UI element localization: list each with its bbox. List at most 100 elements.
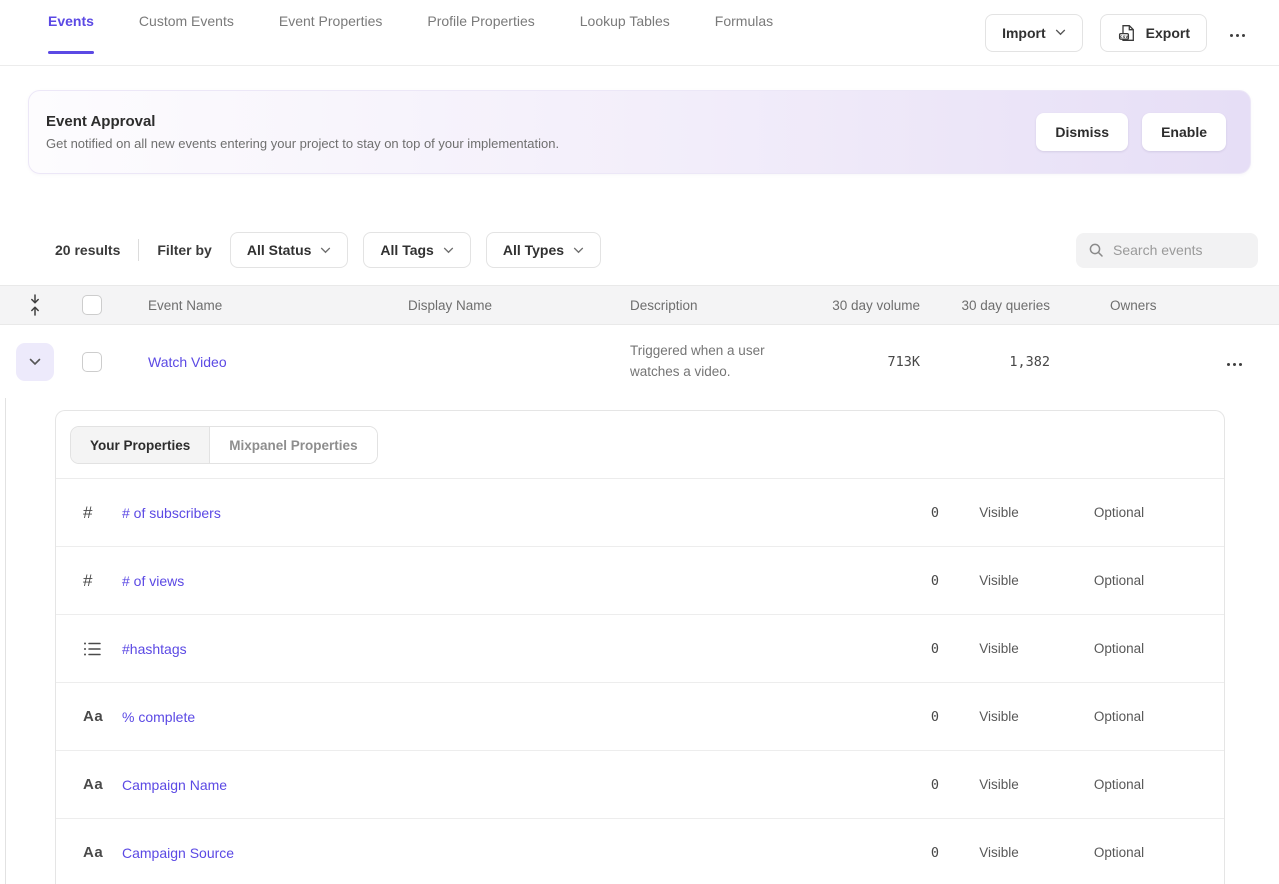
collapse-all-icon[interactable] — [0, 294, 70, 316]
tab-event-properties[interactable]: Event Properties — [279, 0, 383, 65]
tab-profile-properties[interactable]: Profile Properties — [427, 0, 534, 65]
expanded-row-rail — [5, 398, 6, 884]
tab-label: Profile Properties — [427, 13, 534, 29]
property-name-link[interactable]: # of views — [122, 573, 859, 589]
events-table-header: Event Name Display Name Description 30 d… — [0, 285, 1279, 325]
property-name-link[interactable]: Campaign Name — [122, 777, 859, 793]
property-visibility: Visible — [939, 777, 1059, 792]
event-name-link[interactable]: Watch Video — [148, 354, 227, 370]
tab-custom-events[interactable]: Custom Events — [139, 0, 234, 65]
property-name-link[interactable]: % complete — [122, 709, 859, 725]
property-count: 0 — [859, 573, 939, 589]
number-type-icon: # — [56, 503, 122, 523]
filter-dropdowns: All Status All Tags All Types — [230, 232, 601, 268]
import-button-label: Import — [1002, 25, 1046, 41]
property-name-link[interactable]: #hashtags — [122, 641, 859, 657]
property-row: ## of subscribers0VisibleOptional — [56, 479, 1224, 547]
export-button[interactable]: csv Export — [1100, 14, 1207, 52]
select-all-checkbox[interactable] — [82, 295, 102, 315]
ellipsis-icon — [1230, 34, 1245, 37]
banner-text: Event Approval Get notified on all new e… — [46, 113, 559, 151]
column-display-name: Display Name — [408, 298, 630, 313]
property-count: 0 — [859, 777, 939, 793]
column-description: Description — [630, 298, 820, 313]
dropdown-label: All Status — [247, 242, 312, 258]
column-queries: 30 day queries — [930, 298, 1070, 313]
tab-label: Events — [48, 13, 94, 29]
property-row: ## of views0VisibleOptional — [56, 547, 1224, 615]
property-requirement: Optional — [1059, 709, 1179, 724]
event-row: Watch Video Triggered when a user watche… — [0, 325, 1279, 398]
property-count: 0 — [859, 641, 939, 657]
filter-dropdown-all-status[interactable]: All Status — [230, 232, 349, 268]
csv-file-icon: csv — [1117, 23, 1137, 43]
property-row: Aa% complete0VisibleOptional — [56, 683, 1224, 751]
property-visibility: Visible — [939, 573, 1059, 588]
results-count: 20 results — [55, 242, 120, 258]
tab-mixpanel-properties[interactable]: Mixpanel Properties — [210, 427, 376, 463]
property-name-link[interactable]: # of subscribers — [122, 505, 859, 521]
text-type-icon: Aa — [56, 708, 122, 725]
search-box[interactable] — [1076, 233, 1258, 268]
more-options-button[interactable] — [1224, 19, 1251, 46]
number-type-icon: # — [56, 571, 122, 591]
chevron-down-icon — [573, 247, 584, 254]
event-checkbox[interactable] — [82, 352, 102, 372]
event-volume: 713K — [820, 354, 930, 370]
event-approval-banner: Event Approval Get notified on all new e… — [28, 90, 1251, 174]
banner-title: Event Approval — [46, 113, 559, 130]
tab-label: Lookup Tables — [580, 13, 670, 29]
import-button[interactable]: Import — [985, 14, 1083, 52]
tab-label: Custom Events — [139, 13, 234, 29]
search-input[interactable] — [1113, 242, 1246, 258]
text-type-icon: Aa — [56, 844, 122, 861]
ellipsis-icon — [1227, 363, 1242, 366]
event-description: Triggered when a user watches a video. — [630, 341, 820, 383]
property-row: AaCampaign Name0VisibleOptional — [56, 751, 1224, 819]
property-requirement: Optional — [1059, 505, 1179, 520]
property-count: 0 — [859, 505, 939, 521]
event-queries: 1,382 — [930, 354, 1070, 370]
filter-dropdown-all-types[interactable]: All Types — [486, 232, 601, 268]
property-requirement: Optional — [1059, 641, 1179, 656]
enable-button[interactable]: Enable — [1142, 113, 1226, 151]
tab-formulas[interactable]: Formulas — [715, 0, 773, 65]
divider — [138, 239, 139, 261]
dropdown-label: All Tags — [380, 242, 433, 258]
tab-events[interactable]: Events — [48, 0, 94, 65]
tab-lookup-tables[interactable]: Lookup Tables — [580, 0, 670, 65]
property-count: 0 — [859, 709, 939, 725]
banner-description: Get notified on all new events entering … — [46, 136, 559, 151]
nav-actions: Import csv Export — [985, 14, 1251, 52]
properties-panel: Your PropertiesMixpanel Properties ## of… — [55, 410, 1225, 884]
chevron-down-icon — [29, 358, 41, 366]
filter-by-label: Filter by — [157, 242, 211, 258]
top-navigation: Events Custom Events Event Properties Profi… — [0, 0, 1279, 66]
property-requirement: Optional — [1059, 845, 1179, 860]
collapse-row-button[interactable] — [16, 343, 54, 381]
dropdown-label: All Types — [503, 242, 564, 258]
tab-label: Formulas — [715, 13, 773, 29]
event-options-button[interactable] — [1221, 348, 1248, 375]
column-event-name: Event Name — [148, 298, 408, 313]
column-owners: Owners — [1070, 298, 1207, 313]
chevron-down-icon — [443, 247, 454, 254]
dismiss-button[interactable]: Dismiss — [1036, 113, 1128, 151]
property-name-link[interactable]: Campaign Source — [122, 845, 859, 861]
svg-text:csv: csv — [1120, 35, 1129, 40]
tab-label: Event Properties — [279, 13, 383, 29]
text-type-icon: Aa — [56, 776, 122, 793]
property-visibility: Visible — [939, 709, 1059, 724]
filter-dropdown-all-tags[interactable]: All Tags — [363, 232, 470, 268]
property-requirement: Optional — [1059, 573, 1179, 588]
column-volume: 30 day volume — [820, 298, 930, 313]
list-type-icon — [56, 641, 122, 657]
tab-your-properties[interactable]: Your Properties — [71, 427, 210, 463]
property-visibility: Visible — [939, 641, 1059, 656]
property-visibility: Visible — [939, 845, 1059, 860]
chevron-down-icon — [1055, 29, 1066, 36]
chevron-down-icon — [320, 247, 331, 254]
lexicon-tabs: Events Custom Events Event Properties Profi… — [0, 0, 773, 65]
property-row: AaCampaign Source0VisibleOptional — [56, 819, 1224, 884]
properties-segmented-control: Your PropertiesMixpanel Properties — [70, 426, 378, 464]
